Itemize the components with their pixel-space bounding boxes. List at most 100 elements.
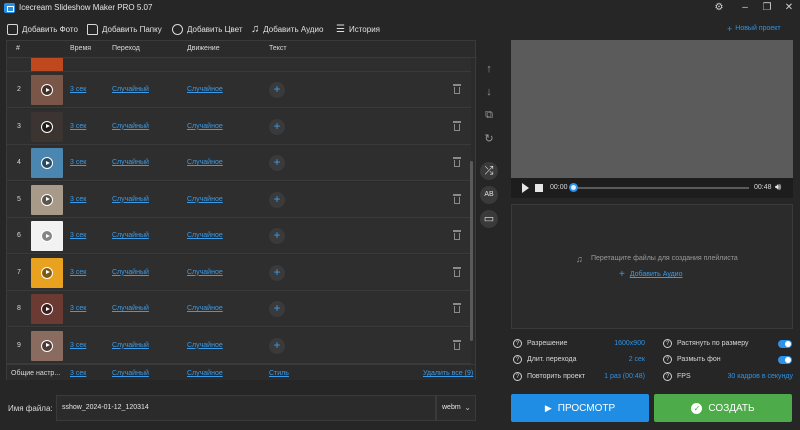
slide-transition-link[interactable]: Случайный [112, 269, 149, 276]
add-text-button[interactable]: + [269, 337, 285, 354]
play-circle-icon[interactable] [41, 230, 53, 242]
text-style-link[interactable]: Стиль [269, 370, 289, 377]
play-circle-icon[interactable] [41, 339, 53, 352]
trash-icon[interactable] [453, 339, 461, 350]
slide-time-link[interactable]: 3 сек [70, 86, 86, 93]
slide-motion-link[interactable]: Случайное [187, 86, 223, 93]
add-color-button[interactable]: Добавить Цвет [172, 21, 243, 37]
stretch-toggle[interactable] [778, 340, 792, 348]
volume-icon[interactable]: 🔊︎ [775, 183, 787, 193]
move-up-icon[interactable]: ↑ [480, 60, 498, 78]
repeat-project-value[interactable]: 1 раз (00:48) [580, 373, 645, 380]
slide-thumbnail[interactable] [31, 221, 63, 251]
add-text-button[interactable]: + [269, 191, 285, 208]
slide-thumbnail[interactable] [31, 257, 63, 288]
slide-transition-link[interactable]: Случайный [112, 159, 149, 166]
shuffle-icon[interactable]: ⤮ [480, 162, 498, 180]
slide-time-link[interactable]: 3 сек [70, 342, 86, 349]
slide-transition-link[interactable]: Случайный [112, 342, 149, 349]
blur-background-toggle[interactable] [778, 356, 792, 364]
slide-thumbnail[interactable] [31, 75, 63, 105]
table-row[interactable]: 5 3 сек Случайный Случайное + [7, 181, 471, 218]
slide-motion-link[interactable]: Случайное [187, 196, 223, 203]
slide-time-link[interactable]: 3 сек [70, 269, 86, 276]
table-row[interactable]: 8 3 сек Случайный Случайное + [7, 291, 471, 327]
help-icon[interactable]: ? [513, 355, 522, 364]
slide-time-link[interactable]: 3 сек [70, 159, 86, 166]
play-circle-icon[interactable] [41, 303, 53, 315]
trash-icon[interactable] [453, 230, 461, 240]
slide-transition-link[interactable]: Случайный [112, 86, 149, 93]
trash-icon[interactable] [453, 303, 461, 313]
slide-transition-link[interactable]: Случайный [112, 232, 149, 239]
table-row[interactable]: 3 3 сек Случайный Случайное + [7, 108, 471, 145]
history-button[interactable]: ☰ История [336, 21, 380, 37]
resolution-value[interactable]: 1600x900 [580, 340, 645, 347]
table-row[interactable]: 4 3 сек Случайный Случайное + [7, 145, 471, 181]
slide-motion-link[interactable]: Случайное [187, 159, 223, 166]
slide-thumbnail[interactable] [31, 294, 63, 324]
trash-icon[interactable] [453, 120, 461, 131]
trash-icon[interactable] [453, 84, 461, 94]
table-row[interactable]: 9 3 сек Случайный Случайное + [7, 327, 471, 364]
trash-icon[interactable] [453, 266, 461, 277]
add-photo-button[interactable]: Добавить Фото [7, 21, 78, 37]
trash-icon[interactable] [453, 157, 461, 167]
general-transition-link[interactable]: Случайный [112, 370, 149, 377]
caption-icon[interactable]: ▭ [480, 210, 498, 228]
slide-transition-link[interactable]: Случайный [112, 123, 149, 130]
play-circle-icon[interactable] [41, 193, 53, 206]
stop-icon[interactable] [535, 184, 543, 192]
maximize-button[interactable]: ❐ [756, 1, 778, 15]
slide-transition-link[interactable]: Случайный [112, 196, 149, 203]
add-folder-button[interactable]: Добавить Папку [87, 21, 162, 37]
add-text-button[interactable]: + [269, 155, 285, 171]
add-text-button[interactable]: + [269, 264, 285, 281]
add-text-button[interactable]: + [269, 228, 285, 244]
slide-thumbnail[interactable] [31, 111, 63, 142]
seek-bar[interactable] [573, 187, 749, 189]
add-audio-button[interactable]: ♫ Добавить Аудио [251, 21, 323, 37]
filename-input[interactable]: sshow_2024-01-12_120314 [56, 395, 436, 421]
slide-time-link[interactable]: 3 сек [70, 196, 86, 203]
scrollbar-thumb[interactable] [470, 161, 473, 341]
slide-time-link[interactable]: 3 сек [70, 305, 86, 312]
play-circle-icon[interactable] [41, 157, 53, 169]
table-row[interactable]: 7 3 сек Случайный Случайное + [7, 254, 471, 291]
general-motion-link[interactable]: Случайное [187, 370, 223, 377]
table-row[interactable]: 2 3 сек Случайный Случайное + [7, 72, 471, 108]
help-icon[interactable]: ? [513, 339, 522, 348]
move-down-icon[interactable]: ↓ [480, 83, 498, 101]
delete-all-link[interactable]: Удалить все (9) [423, 370, 473, 377]
slide-motion-link[interactable]: Случайное [187, 232, 223, 239]
play-circle-icon[interactable] [41, 84, 53, 96]
preview-button[interactable]: ▶ ПРОСМОТР [511, 394, 649, 422]
slide-thumbnail[interactable] [31, 184, 63, 215]
minimize-button[interactable]: – [734, 1, 756, 15]
table-row-partial[interactable] [7, 58, 471, 72]
slide-time-link[interactable]: 3 сек [70, 232, 86, 239]
slide-motion-link[interactable]: Случайное [187, 342, 223, 349]
trash-icon[interactable] [453, 193, 461, 204]
new-project-button[interactable]: + Новый проект [727, 22, 781, 35]
play-circle-icon[interactable] [41, 266, 53, 279]
play-circle-icon[interactable] [41, 120, 53, 133]
add-text-button[interactable]: + [269, 82, 285, 98]
slide-motion-link[interactable]: Случайное [187, 305, 223, 312]
close-button[interactable]: ✕ [778, 1, 800, 15]
table-row[interactable]: 6 3 сек Случайный Случайное + [7, 218, 471, 254]
play-icon[interactable] [522, 183, 529, 193]
help-icon[interactable]: ? [513, 372, 522, 381]
slide-motion-link[interactable]: Случайное [187, 269, 223, 276]
rotate-icon[interactable]: ↻ [480, 130, 498, 148]
transition-duration-value[interactable]: 2 сек [580, 356, 645, 363]
slide-motion-link[interactable]: Случайное [187, 123, 223, 130]
format-select[interactable]: webm ⌄ [436, 395, 476, 421]
crop-icon[interactable]: ⧉ [480, 106, 498, 124]
add-text-button[interactable]: + [269, 301, 285, 317]
fps-value[interactable]: 30 кадров в секунду [700, 373, 793, 380]
add-text-button[interactable]: + [269, 118, 285, 135]
slide-thumbnail[interactable] [31, 330, 63, 361]
help-icon[interactable]: ? [663, 372, 672, 381]
create-button[interactable]: ✓ СОЗДАТЬ [654, 394, 792, 422]
